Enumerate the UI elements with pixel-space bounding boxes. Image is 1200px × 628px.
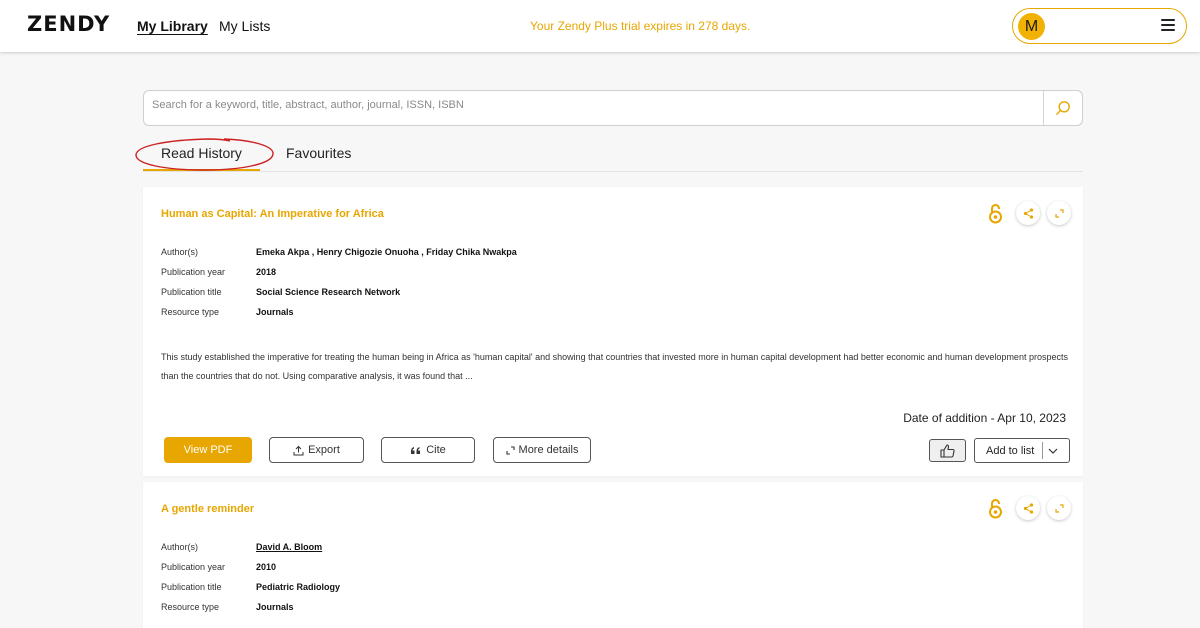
search-button[interactable]	[1043, 91, 1082, 125]
card-icon-group	[988, 201, 1071, 225]
share-button[interactable]	[1016, 496, 1040, 520]
more-details-button[interactable]: More details	[493, 437, 591, 463]
add-to-list-dropdown[interactable]: Add to list	[974, 438, 1070, 463]
share-icon	[1023, 502, 1033, 514]
search-bar	[143, 90, 1083, 126]
publication-title-value: Social Science Research Network	[256, 287, 401, 297]
export-button[interactable]: Export	[269, 437, 364, 463]
expand-icon	[1054, 208, 1064, 218]
article-card: A gentle reminder Author(s) David A. Bloo…	[143, 482, 1083, 628]
hamburger-menu-icon[interactable]	[1161, 19, 1175, 31]
article-title[interactable]: Human as Capital: An Imperative for Afri…	[161, 208, 384, 220]
view-pdf-button[interactable]: View PDF	[164, 437, 252, 463]
thumbs-up-icon	[940, 443, 955, 458]
nav-my-library[interactable]: My Library	[137, 18, 208, 34]
open-access-icon	[989, 498, 1002, 518]
authors-label: Author(s)	[161, 247, 199, 257]
card-icon-group	[988, 496, 1071, 520]
share-button[interactable]	[1016, 201, 1040, 225]
expand-icon	[505, 445, 515, 455]
tab-favourites[interactable]: Favourites	[286, 145, 351, 161]
expand-icon	[1054, 503, 1064, 513]
article-abstract: This study established the imperative fo…	[161, 352, 1068, 381]
export-label: Export	[308, 444, 340, 456]
trial-expiry-message: Your Zendy Plus trial expires in 278 day…	[530, 19, 751, 33]
date-of-addition: Date of addition - Apr 10, 2023	[903, 411, 1066, 425]
year-value: 2018	[256, 267, 277, 277]
cite-label: Cite	[426, 444, 446, 456]
publication-title-label: Publication title	[161, 582, 222, 592]
nav-my-lists[interactable]: My Lists	[219, 18, 270, 34]
publication-title-value: Pediatric Radiology	[256, 582, 341, 592]
resource-type-value: Journals	[256, 602, 294, 612]
article-title[interactable]: A gentle reminder	[161, 503, 254, 515]
add-to-list-label: Add to list	[986, 444, 1035, 457]
authors-label: Author(s)	[161, 542, 199, 552]
authors-value[interactable]: David A. Bloom	[256, 542, 322, 552]
share-icon	[1023, 207, 1033, 219]
expand-button[interactable]	[1047, 496, 1071, 520]
publication-title-label: Publication title	[161, 287, 222, 297]
resource-type-value: Journals	[256, 307, 294, 317]
tabs-divider	[143, 171, 1083, 172]
year-label: Publication year	[161, 562, 226, 572]
article-card: Human as Capital: An Imperative for Afri…	[143, 187, 1083, 476]
resource-type-label: Resource type	[161, 307, 220, 317]
search-icon	[1056, 101, 1070, 115]
chevron-down-icon[interactable]	[1043, 448, 1063, 454]
cite-button[interactable]: Cite	[381, 437, 475, 463]
resource-type-label: Resource type	[161, 602, 220, 612]
zendy-logo[interactable]: ZENDY	[27, 12, 110, 36]
quote-icon	[410, 446, 422, 455]
authors-value: Emeka Akpa , Henry Chigozie Onuoha , Fri…	[256, 247, 517, 257]
like-button[interactable]	[929, 439, 966, 462]
year-label: Publication year	[161, 267, 226, 277]
red-circle-annotation	[135, 138, 274, 171]
year-value: 2010	[256, 562, 277, 572]
expand-button[interactable]	[1047, 201, 1071, 225]
upload-icon	[293, 445, 304, 456]
top-navigation-bar: ZENDY My Library My Lists Your Zendy Plu…	[0, 0, 1200, 52]
search-input[interactable]	[152, 99, 1032, 111]
open-access-icon	[989, 203, 1002, 223]
user-menu[interactable]: M	[1012, 8, 1187, 44]
avatar[interactable]: M	[1018, 13, 1045, 40]
more-details-label: More details	[518, 444, 579, 456]
